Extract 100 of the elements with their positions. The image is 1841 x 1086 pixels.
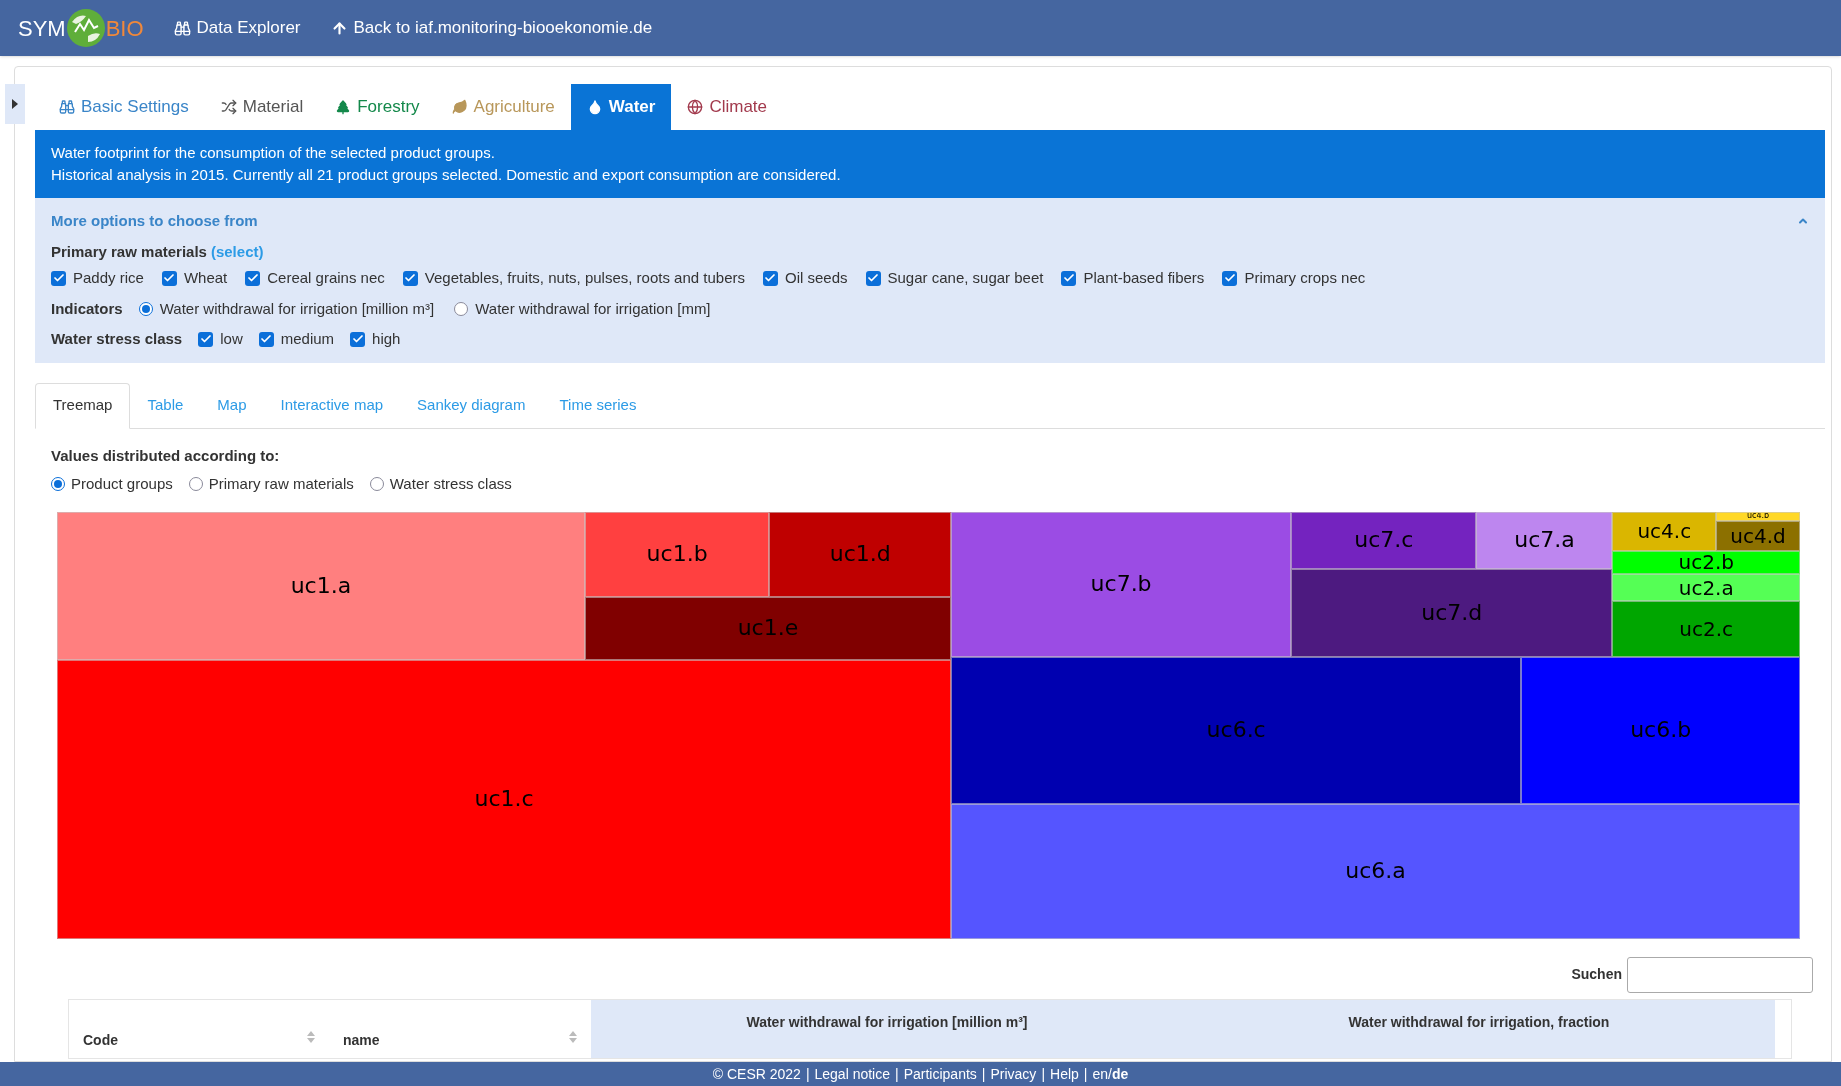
radio-label: Water withdrawal for irrigation [mm] [475, 298, 711, 319]
tile-label: uc6.c [1206, 719, 1266, 742]
checkbox-label: Oil seeds [785, 268, 848, 288]
radio-button[interactable] [369, 477, 384, 492]
checkbox-label: Wheat [183, 268, 228, 288]
globe-icon [687, 99, 704, 115]
separator-text: | [1041, 1064, 1045, 1084]
footer-link[interactable]: Participants [903, 1063, 977, 1085]
binoculars-icon [59, 99, 75, 115]
checkbox[interactable] [258, 331, 274, 347]
tile-label: uc6.b [1630, 719, 1692, 742]
logo-text: SYM [18, 14, 66, 43]
checkbox[interactable] [198, 331, 214, 347]
checkbox[interactable] [763, 270, 778, 286]
tile-label: uc1.d [829, 543, 891, 566]
checkbox[interactable] [1222, 270, 1238, 286]
column-header[interactable]: name [343, 1029, 380, 1051]
distribution-label: Values distributed according to: [51, 445, 281, 466]
checkbox-label: Primary crops nec [1244, 268, 1366, 288]
nav-link[interactable]: Data Explorer [173, 15, 301, 41]
checkbox-label: Cereal grains nec [267, 268, 385, 288]
leaf-icon [451, 99, 468, 115]
search-field[interactable] [1627, 956, 1813, 993]
tile-label: uc7.c [1354, 529, 1414, 552]
shuffle-icon [220, 99, 237, 115]
tab[interactable]: Forestry [319, 84, 436, 130]
radio-button[interactable] [454, 301, 469, 316]
group-header: Water withdrawal for irrigation [million m³] [591, 999, 1183, 1058]
globe-logo-icon [65, 8, 106, 48]
field-label: Primary raw materials [51, 241, 207, 262]
radio-label: Water withdrawal for irrigation [million m³] [159, 298, 435, 319]
tile-label: uc4.d [1730, 525, 1786, 546]
radio-label: Primary raw materials [208, 474, 354, 494]
view-tab[interactable]: Interactive map [263, 382, 401, 429]
checkbox-label: Vegetables, fruits, nuts, pulses, roots and tubers [424, 268, 745, 288]
view-tab[interactable]: Map [200, 382, 264, 429]
tile-label: uc2.a [1678, 577, 1734, 598]
checkbox-label: high [372, 329, 401, 349]
copyright-text: © CESR 2022 [712, 1064, 801, 1084]
radio-button[interactable] [51, 477, 65, 492]
view-tab[interactable]: Treemap [35, 382, 131, 429]
tile-label: uc2.b [1678, 552, 1734, 573]
checkbox-label: Paddy rice [73, 268, 144, 288]
checkbox-label: low [220, 329, 243, 349]
binoculars-icon [173, 19, 191, 37]
tile-label: uc7.a [1514, 529, 1575, 552]
separator-text: | [895, 1064, 899, 1084]
view-tab[interactable]: Time series [542, 382, 654, 429]
tile-label: uc4.b [1746, 512, 1770, 521]
checkbox[interactable] [350, 331, 366, 347]
tile-label: uc1.e [737, 617, 799, 640]
tab[interactable]: Climate [671, 84, 784, 130]
checkbox[interactable] [865, 270, 881, 286]
info-text: Historical analysis in 2015. Currently all 21 product groups selected. Domestic and export consumption are considered. [51, 165, 842, 185]
footer-link[interactable]: Help [1050, 1063, 1079, 1085]
field-label: Water stress class [51, 329, 183, 349]
tree-icon [335, 99, 352, 115]
nav-link[interactable]: Back to iaf.monitoring-biooekonomie.de [330, 15, 653, 41]
tab[interactable]: Water [570, 84, 672, 130]
footer-link[interactable]: Legal notice [814, 1063, 891, 1085]
footer-link[interactable]: Privacy [990, 1063, 1037, 1085]
checkbox[interactable] [402, 270, 418, 286]
column-header[interactable]: Code [83, 1029, 118, 1051]
checkbox[interactable] [245, 270, 261, 286]
tab[interactable]: Material [204, 84, 320, 130]
sidebar-toggle[interactable] [5, 84, 25, 124]
separator-text: | [1083, 1064, 1088, 1084]
tile-label: uc1.b [646, 543, 708, 566]
checkbox-label: Sugar cane, sugar beet [887, 268, 1044, 288]
caret-right-icon [12, 99, 18, 109]
radio-button[interactable] [188, 477, 203, 492]
group-header: Water withdrawal for irrigation, fraction [1183, 999, 1775, 1058]
separator-text: | [981, 1064, 986, 1084]
checkbox[interactable] [1061, 270, 1077, 286]
view-tab[interactable]: Table [130, 382, 201, 429]
tile-label: uc2.c [1679, 619, 1734, 640]
view-tab[interactable]: Sankey diagram [400, 382, 543, 429]
info-text: Water footprint for the consumption of the selected product groups. [51, 143, 496, 163]
language-link[interactable]: de [1111, 1063, 1129, 1085]
tile-label: uc7.d [1421, 602, 1483, 625]
checkbox-label: Plant-based fibers [1083, 268, 1205, 288]
tile-label: uc6.a [1345, 860, 1406, 883]
radio-button[interactable] [138, 301, 153, 316]
radio-label: Product groups [71, 474, 173, 494]
checkbox-label: medium [280, 329, 335, 349]
tab[interactable]: Basic Settings [43, 84, 205, 130]
tile-label: uc1.a [290, 574, 352, 597]
logo-text: BIO [105, 14, 144, 43]
separator-text: / [1108, 1064, 1112, 1084]
checkbox[interactable] [51, 270, 66, 286]
language-link[interactable]: en [1092, 1063, 1109, 1085]
options-title[interactable]: More options to choose from [51, 210, 258, 233]
tile-label: uc7.b [1090, 573, 1152, 596]
field-label: Indicators [51, 298, 123, 319]
radio-label: Water stress class [389, 474, 512, 494]
checkbox[interactable] [161, 270, 177, 286]
tile-label: uc4.c [1637, 521, 1692, 542]
separator-text: | [805, 1064, 810, 1084]
tile-label: uc1.c [474, 788, 534, 811]
search-label: Suchen [1571, 965, 1622, 984]
